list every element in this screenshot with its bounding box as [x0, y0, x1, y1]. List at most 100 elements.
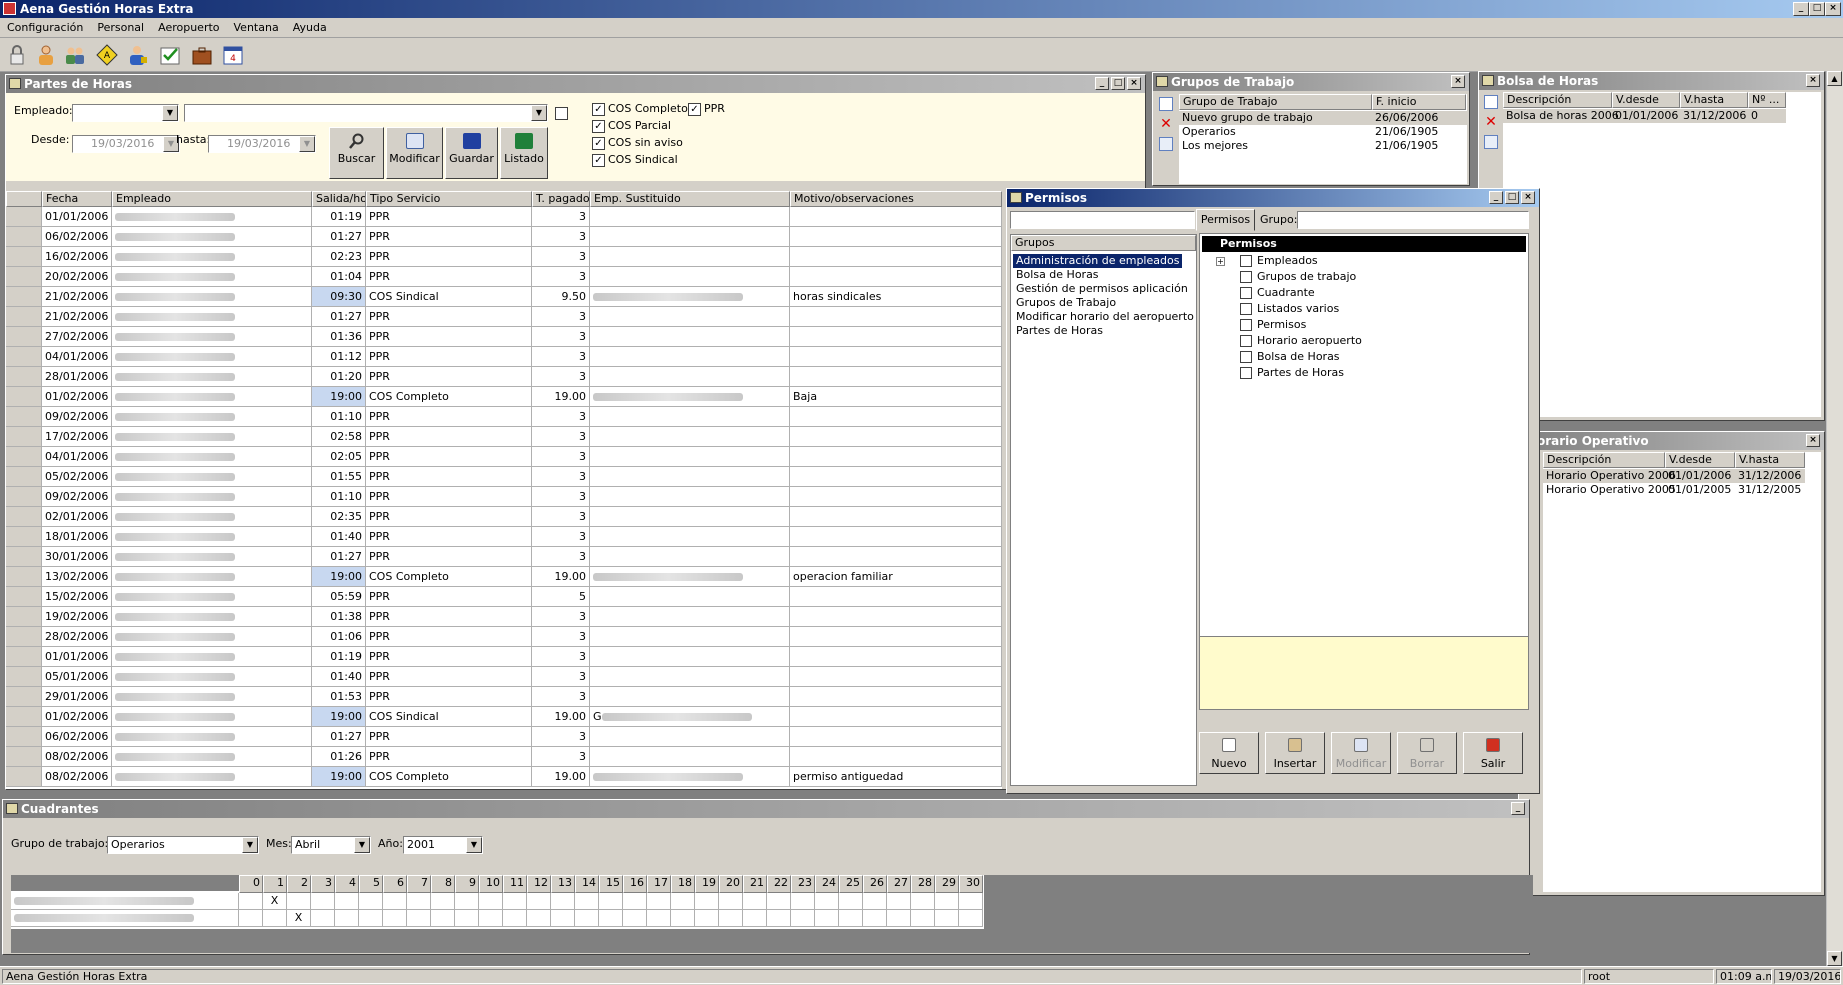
- people-icon[interactable]: [63, 43, 87, 67]
- table-cell[interactable]: [790, 207, 1002, 227]
- table-cell[interactable]: [790, 607, 1002, 627]
- table-cell[interactable]: [112, 647, 312, 667]
- day-cell[interactable]: X: [287, 910, 311, 927]
- day-cell[interactable]: [383, 910, 407, 927]
- empleado-name-combo[interactable]: ▼: [184, 104, 548, 122]
- grupo-trabajo-combo[interactable]: Operarios ▼: [107, 836, 259, 854]
- table-cell[interactable]: PPR: [366, 687, 532, 707]
- table-cell[interactable]: 19.00: [532, 387, 590, 407]
- day-cell[interactable]: [887, 893, 911, 910]
- grupo-list-item[interactable]: Bolsa de Horas: [1013, 268, 1102, 282]
- table-cell[interactable]: [790, 247, 1002, 267]
- grupos-row[interactable]: Nuevo grupo de trabajo 26/06/2006: [1179, 111, 1467, 125]
- day-cell[interactable]: [239, 893, 263, 910]
- table-cell[interactable]: [112, 587, 312, 607]
- day-cell[interactable]: [911, 910, 935, 927]
- table-cell[interactable]: [790, 547, 1002, 567]
- table-cell[interactable]: Baja: [790, 387, 1002, 407]
- table-cell[interactable]: 01:10: [312, 407, 366, 427]
- scroll-up-icon[interactable]: ▲: [1827, 71, 1842, 86]
- cuadrantes-grid[interactable]: 0 1 2 3 4 5 6 7 8 9 10 11 12 13 14 15 16 17 18 19 20 21 22 23 24…: [11, 875, 984, 929]
- table-cell[interactable]: COS Completo: [366, 767, 532, 787]
- partes-close-button[interactable]: ×: [1127, 77, 1141, 90]
- day-cell[interactable]: [839, 893, 863, 910]
- row-selector[interactable]: [6, 307, 42, 327]
- permiso-tree-item[interactable]: Partes de Horas: [1240, 366, 1344, 380]
- bolsa-col-vhasta[interactable]: V.hasta: [1680, 92, 1748, 108]
- row-selector[interactable]: [6, 347, 42, 367]
- table-cell[interactable]: permiso antiguedad: [790, 767, 1002, 787]
- table-cell[interactable]: [790, 267, 1002, 287]
- day-cell[interactable]: [815, 893, 839, 910]
- row-selector[interactable]: [6, 767, 42, 787]
- calendar-icon[interactable]: 4: [221, 43, 245, 67]
- lock-icon[interactable]: [5, 43, 29, 67]
- table-cell[interactable]: [112, 747, 312, 767]
- table-cell[interactable]: 09:30: [312, 287, 366, 307]
- grupos-col-grupo[interactable]: Grupo de Trabajo: [1179, 94, 1372, 110]
- copy-icon[interactable]: [1159, 137, 1173, 151]
- table-cell[interactable]: [790, 347, 1002, 367]
- table-cell[interactable]: [790, 227, 1002, 247]
- table-cell[interactable]: PPR: [366, 247, 532, 267]
- day-cell[interactable]: [599, 910, 623, 927]
- briefcase-icon[interactable]: [190, 43, 214, 67]
- table-cell[interactable]: [112, 667, 312, 687]
- table-cell[interactable]: 02:35: [312, 507, 366, 527]
- day-cell[interactable]: [911, 893, 935, 910]
- horario-col-vdesde[interactable]: V.desde: [1665, 452, 1735, 468]
- permiso-tree-item[interactable]: Permisos: [1240, 318, 1306, 332]
- cuadrantes-minimize-button[interactable]: _: [1511, 802, 1525, 815]
- table-cell[interactable]: [590, 627, 790, 647]
- day-cell[interactable]: [455, 910, 479, 927]
- table-cell[interactable]: [590, 307, 790, 327]
- day-cell[interactable]: [335, 893, 359, 910]
- permiso-tree-item[interactable]: Empleados: [1240, 254, 1318, 268]
- table-cell[interactable]: 18/01/2006: [42, 527, 112, 547]
- table-cell[interactable]: 3: [532, 687, 590, 707]
- table-cell[interactable]: 01:53: [312, 687, 366, 707]
- table-cell[interactable]: [590, 467, 790, 487]
- day-cell[interactable]: [623, 893, 647, 910]
- table-cell[interactable]: 19:00: [312, 767, 366, 787]
- day-cell[interactable]: [479, 910, 503, 927]
- day-cell[interactable]: [431, 893, 455, 910]
- table-cell[interactable]: 01:06: [312, 627, 366, 647]
- table-cell[interactable]: 5: [532, 587, 590, 607]
- col-header[interactable]: Emp. Sustituido: [590, 191, 790, 207]
- row-selector[interactable]: [6, 367, 42, 387]
- tab-permisos[interactable]: Permisos: [1196, 209, 1255, 231]
- copy-icon[interactable]: [1484, 135, 1498, 149]
- table-cell[interactable]: [790, 507, 1002, 527]
- nuevo-button[interactable]: Nuevo: [1199, 732, 1259, 774]
- table-cell[interactable]: 01:27: [312, 547, 366, 567]
- col-header[interactable]: T. pagado: [532, 191, 590, 207]
- table-cell[interactable]: PPR: [366, 267, 532, 287]
- table-cell[interactable]: 3: [532, 247, 590, 267]
- menu-aeropuerto[interactable]: Aeropuerto: [151, 18, 226, 37]
- day-cell[interactable]: [959, 893, 983, 910]
- day-cell[interactable]: [743, 910, 767, 927]
- table-cell[interactable]: 3: [532, 267, 590, 287]
- listado-button[interactable]: Listado: [500, 127, 548, 179]
- hasta-date-picker[interactable]: 19/03/2016 ▼: [208, 135, 316, 153]
- permiso-checkbox[interactable]: [1240, 351, 1252, 363]
- day-cell[interactable]: [503, 910, 527, 927]
- table-cell[interactable]: 3: [532, 547, 590, 567]
- day-cell[interactable]: [527, 910, 551, 927]
- permisos-minimize-button[interactable]: _: [1489, 191, 1503, 204]
- table-cell[interactable]: [112, 227, 312, 247]
- mdi-vertical-scrollbar[interactable]: ▲ ▼: [1826, 71, 1843, 966]
- table-cell[interactable]: [112, 307, 312, 327]
- table-cell[interactable]: 08/02/2006: [42, 747, 112, 767]
- new-document-icon[interactable]: [1159, 97, 1173, 111]
- table-cell[interactable]: 3: [532, 327, 590, 347]
- table-cell[interactable]: [590, 527, 790, 547]
- permiso-checkbox[interactable]: [1240, 335, 1252, 347]
- table-cell[interactable]: 19:00: [312, 707, 366, 727]
- table-cell[interactable]: [590, 287, 790, 307]
- day-cell[interactable]: [671, 893, 695, 910]
- day-cell[interactable]: [863, 893, 887, 910]
- table-cell[interactable]: [112, 727, 312, 747]
- table-cell[interactable]: 21/02/2006: [42, 307, 112, 327]
